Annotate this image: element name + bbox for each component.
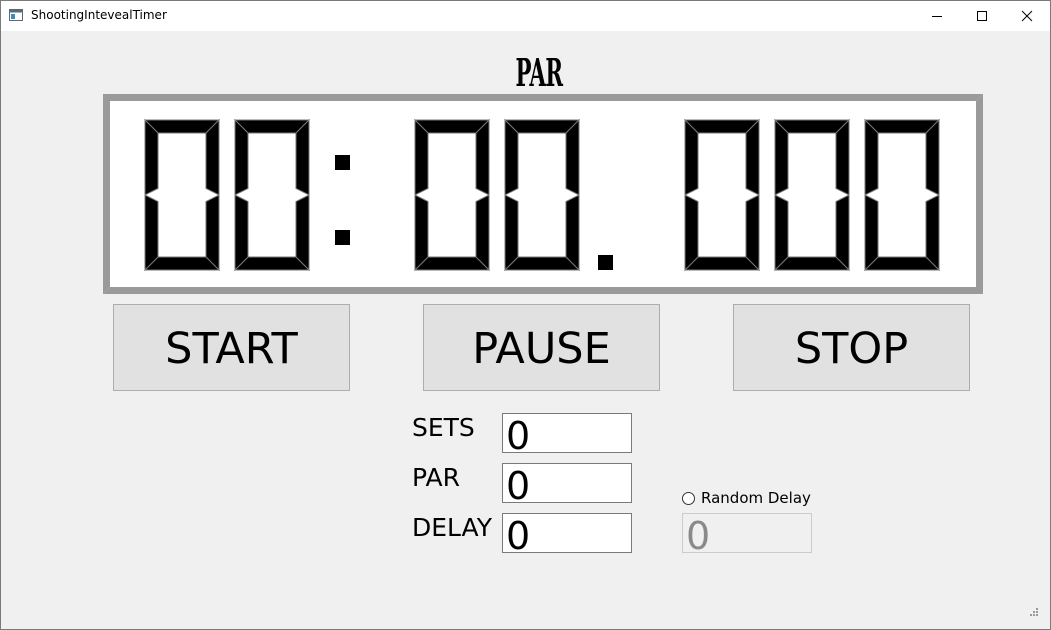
digit-segment — [205, 118, 220, 196]
app-window-icon — [9, 9, 23, 21]
digit-segment — [864, 118, 879, 196]
digit-segment — [504, 194, 519, 272]
par-input[interactable]: 0 — [502, 463, 632, 503]
digit-segment — [774, 118, 789, 196]
digit-segment — [504, 118, 519, 196]
title-bar[interactable]: ShootingIntevealTimer — [1, 1, 1050, 31]
random-delay-input: 0 — [682, 513, 812, 558]
minimize-button[interactable] — [914, 1, 960, 31]
timer-display — [103, 94, 983, 294]
app-window: ShootingIntevealTimer PAR TIMER START PA… — [0, 0, 1051, 630]
start-button[interactable]: START — [113, 304, 350, 391]
sets-label: SETS — [412, 413, 475, 442]
sets-input[interactable]: 0 — [502, 413, 632, 453]
digit-segment — [745, 118, 760, 196]
window-title: ShootingIntevealTimer — [31, 8, 167, 22]
digit-segment — [684, 194, 699, 272]
digit-segment — [774, 194, 789, 272]
stop-button[interactable]: STOP — [733, 304, 970, 391]
digit-segment — [414, 118, 429, 196]
digit-segment — [144, 118, 159, 196]
maximize-icon — [977, 11, 987, 21]
digit-segment — [234, 118, 249, 196]
digit-segment — [234, 194, 249, 272]
digit-segment — [565, 118, 580, 196]
decimal-dot — [598, 255, 613, 270]
digit-segment — [475, 118, 490, 196]
delay-input[interactable]: 0 — [502, 513, 632, 553]
resize-grip-icon[interactable] — [1029, 607, 1039, 617]
digit-segment — [684, 118, 699, 196]
colon-dot — [335, 230, 350, 245]
colon-dot — [335, 155, 350, 170]
minimize-icon — [932, 16, 942, 17]
pause-button[interactable]: PAUSE — [423, 304, 660, 391]
maximize-button[interactable] — [959, 1, 1005, 31]
digit-segment — [925, 118, 940, 196]
close-button[interactable] — [1004, 1, 1050, 31]
digit-segment — [144, 194, 159, 272]
digit-segment — [864, 194, 879, 272]
digit-segment — [414, 194, 429, 272]
digit-segment — [295, 118, 310, 196]
par-label: PAR — [412, 463, 460, 492]
par-timer-title: PAR TIMER — [499, 50, 580, 133]
random-delay-radio[interactable] — [682, 492, 695, 505]
random-delay-label[interactable]: Random Delay — [701, 489, 811, 507]
delay-label: DELAY — [412, 513, 492, 542]
digit-segment — [835, 118, 850, 196]
close-icon — [1021, 10, 1033, 22]
